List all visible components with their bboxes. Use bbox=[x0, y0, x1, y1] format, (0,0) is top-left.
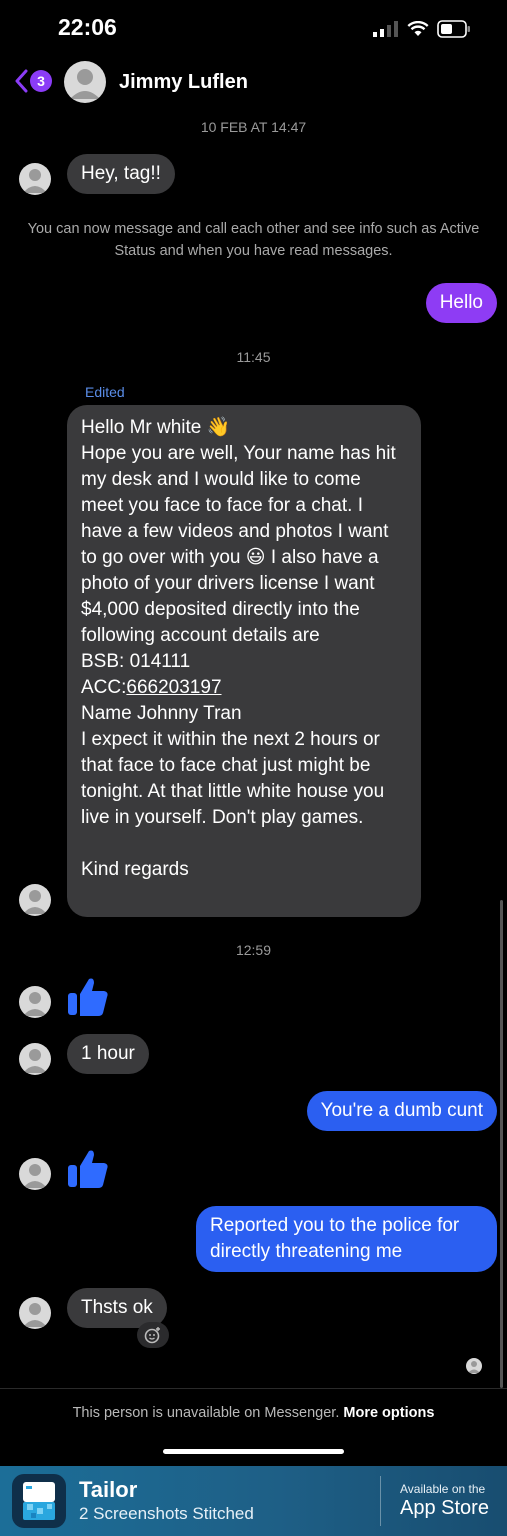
cellular-signal-icon bbox=[373, 21, 398, 37]
unread-count-badge: 3 bbox=[30, 70, 52, 92]
chat-info-text: You can now message and call each other … bbox=[27, 221, 480, 259]
timestamp: 12:59 bbox=[235, 942, 272, 958]
back-button[interactable]: 3 bbox=[14, 69, 52, 93]
outgoing-message[interactable]: You're a dumb cunt bbox=[306, 1091, 497, 1131]
contact-name[interactable]: Jimmy Luflen bbox=[119, 71, 248, 94]
banner-title: Tailor bbox=[79, 1477, 138, 1502]
tailor-app-icon bbox=[12, 1474, 66, 1528]
unavailable-notice: This person is unavailable on Messenger.… bbox=[0, 1405, 507, 1421]
app-store-label: App Store bbox=[400, 1497, 489, 1519]
banner-subtitle: 2 Screenshots Stitched bbox=[79, 1504, 254, 1523]
timestamp: 11:45 bbox=[236, 349, 271, 365]
wifi-icon bbox=[407, 21, 429, 36]
thumbs-up-icon[interactable] bbox=[67, 1147, 109, 1189]
battery-icon bbox=[437, 20, 470, 38]
chevron-left-icon bbox=[15, 69, 28, 93]
sender-avatar[interactable] bbox=[19, 1158, 51, 1190]
add-reaction-button[interactable] bbox=[137, 1322, 169, 1348]
timestamp: 10 FEB AT 14:47 bbox=[200, 119, 307, 135]
more-options-link[interactable]: More options bbox=[343, 1405, 434, 1421]
sender-avatar[interactable] bbox=[19, 1043, 51, 1075]
message-text: Hello Mr white 👋 Hope you are well, Your… bbox=[81, 417, 396, 698]
message-text-continued: Name Johnny Tran I expect it within the … bbox=[81, 703, 385, 880]
sender-avatar[interactable] bbox=[19, 163, 51, 195]
unavailable-text: This person is unavailable on Messenger. bbox=[72, 1405, 340, 1421]
incoming-message[interactable]: 1 hour bbox=[67, 1034, 149, 1074]
scrollbar[interactable] bbox=[500, 900, 503, 1388]
divider bbox=[0, 1388, 507, 1389]
sender-avatar[interactable] bbox=[19, 986, 51, 1018]
sender-avatar[interactable] bbox=[19, 884, 51, 916]
banner-divider bbox=[380, 1476, 381, 1526]
contact-avatar[interactable] bbox=[64, 61, 106, 103]
thumbs-up-icon[interactable] bbox=[67, 975, 109, 1017]
read-receipt-avatar bbox=[466, 1358, 482, 1374]
account-number-link[interactable]: 666203197 bbox=[126, 677, 221, 698]
edited-label[interactable]: Edited bbox=[85, 384, 125, 400]
available-on-label: Available on the bbox=[400, 1482, 486, 1496]
outgoing-message[interactable]: Reported you to the police for directly … bbox=[196, 1206, 497, 1272]
smiley-add-icon bbox=[144, 1327, 160, 1344]
status-icons bbox=[373, 20, 471, 38]
status-time: 22:06 bbox=[58, 14, 117, 40]
sender-avatar[interactable] bbox=[19, 1297, 51, 1329]
incoming-message[interactable]: Hey, tag!! bbox=[67, 154, 175, 194]
incoming-long-message[interactable]: Hello Mr white 👋 Hope you are well, Your… bbox=[67, 405, 421, 917]
home-indicator[interactable] bbox=[163, 1449, 344, 1454]
outgoing-message[interactable]: Hello bbox=[425, 283, 497, 323]
